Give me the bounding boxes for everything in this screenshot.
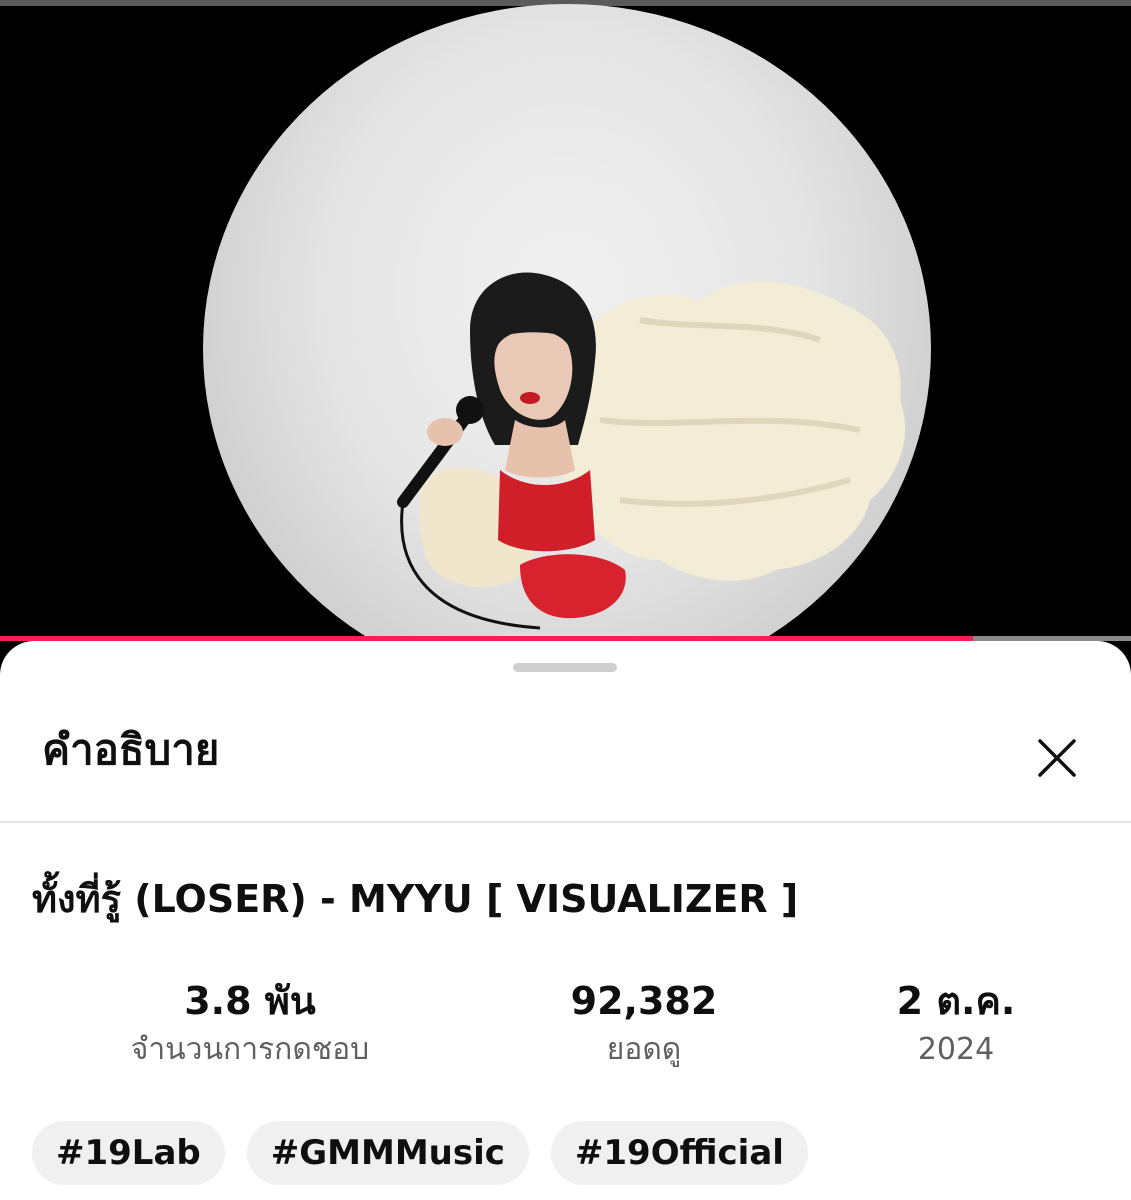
stat-date-year: 2024 (917, 1031, 995, 1067)
stat-views-label: ยอดดู (606, 1031, 682, 1067)
hashtag-chip[interactable]: #19Official (550, 1121, 808, 1185)
sheet-title: คำอธิบาย (42, 725, 220, 774)
video-frame-figure (397, 272, 906, 630)
divider (0, 821, 1131, 823)
hashtag-chip[interactable]: #GMMMusic (246, 1121, 529, 1185)
video-player[interactable] (0, 0, 1131, 636)
stat-date-value: 2 ต.ค. (896, 979, 1016, 1023)
hashtag-list: #19Lab #GMMMusic #19Official (32, 1121, 808, 1185)
hashtag-chip[interactable]: #19Lab (32, 1121, 225, 1185)
close-icon (1038, 739, 1076, 777)
stat-likes-label: จำนวนการกดชอบ (130, 1031, 370, 1067)
video-title: ทั้งที่รู้ (LOSER) - MYYU [ VISUALIZER ] (32, 877, 799, 921)
stat-date: 2 ต.ค. 2024 (796, 979, 1116, 1067)
close-button[interactable] (1032, 733, 1082, 783)
stat-likes: 3.8 พัน จำนวนการกดชอบ (90, 979, 410, 1067)
description-sheet: คำอธิบาย ทั้งที่รู้ (LOSER) - MYYU [ VIS… (0, 641, 1131, 1200)
stat-likes-value: 3.8 พัน (184, 979, 316, 1023)
stat-views: 92,382 ยอดดู (484, 979, 804, 1067)
drag-handle[interactable] (513, 663, 617, 672)
stat-views-value: 92,382 (570, 979, 718, 1023)
